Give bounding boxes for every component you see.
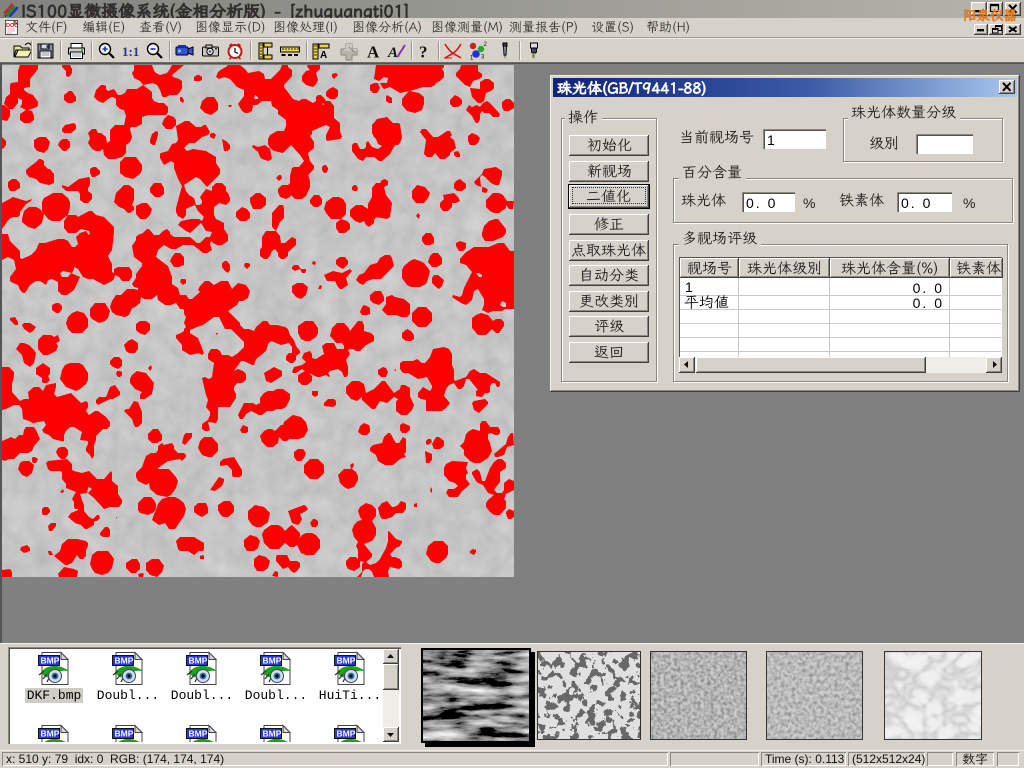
svg-text:A: A [387,45,398,61]
svg-text:2: 2 [484,42,488,48]
svg-text:BMP: BMP [115,729,134,739]
svg-text:A: A [320,50,327,61]
svg-text:BMP: BMP [41,729,60,739]
svg-text:BMP: BMP [189,729,208,739]
svg-text:1:1: 1:1 [122,44,139,59]
svg-text:BMP: BMP [41,656,60,666]
svg-text:3: 3 [481,55,485,61]
svg-text:DOC: DOC [6,23,18,29]
svg-text:BMP: BMP [263,729,282,739]
svg-text:BMP: BMP [263,656,282,666]
svg-text:?: ? [419,43,428,62]
svg-text:BMP: BMP [115,656,134,666]
svg-text:A: A [367,43,380,62]
svg-text:BMP: BMP [189,656,208,666]
svg-text:BMP: BMP [337,656,356,666]
svg-text:BMP: BMP [337,729,356,739]
